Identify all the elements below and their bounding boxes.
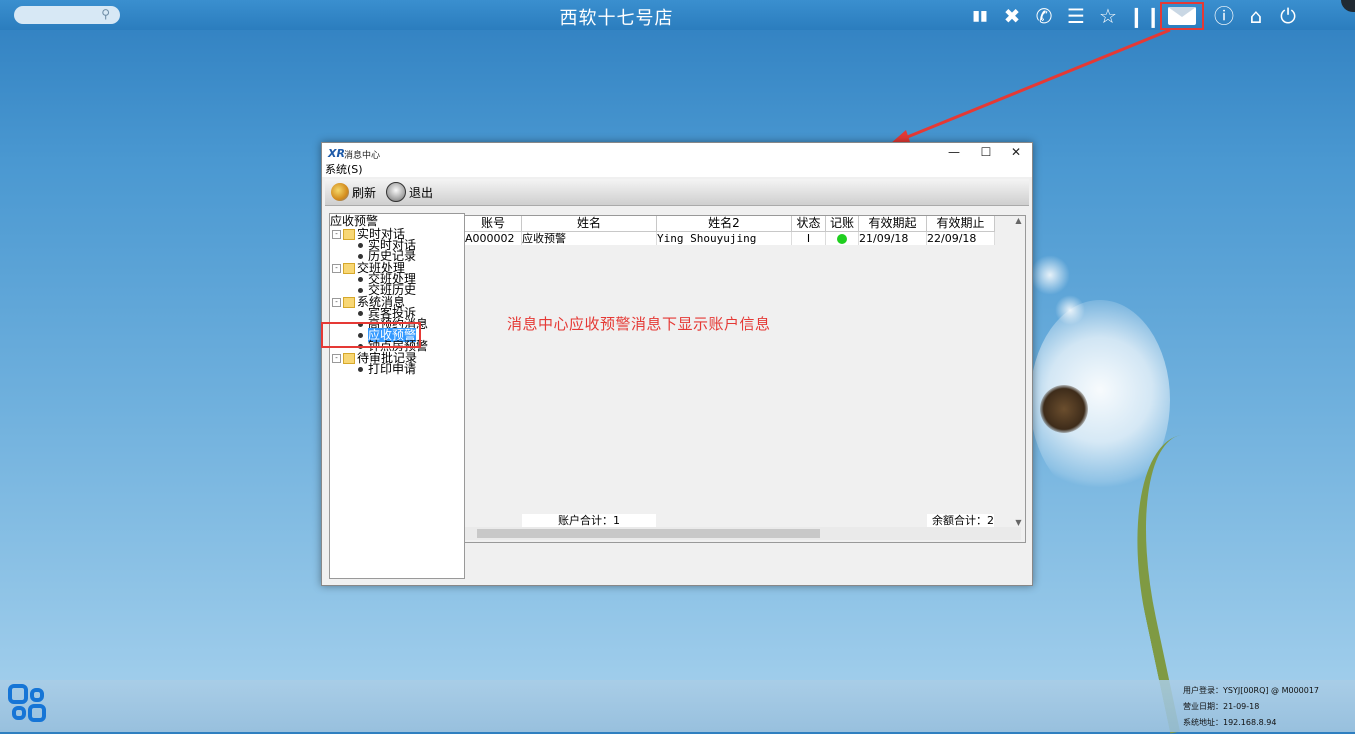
column-header[interactable]: 有效期止 [927, 216, 995, 232]
cell-name2: Ying Shouyujing [657, 232, 792, 245]
cell-name: 应收预警 [522, 232, 657, 245]
folder-icon [343, 297, 355, 308]
status-info: 用户登录：YSYJ[00RQ] @ M000017 营业日期：21-09-18 … [1183, 683, 1319, 731]
cell-status: I [792, 232, 826, 245]
message-tree: 应收预警 - 实时对话 实时对话 历史记录 - 交班处理 交班处理 交班历史 - 系统… [329, 213, 465, 579]
billing-status-icon [837, 234, 847, 244]
window-title: 消息中心 [344, 151, 381, 161]
column-header[interactable]: 记账 [826, 216, 859, 232]
scroll-down-icon[interactable]: ▼ [1012, 518, 1025, 527]
horizontal-scrollbar[interactable] [465, 527, 1021, 540]
cell-billing [826, 232, 859, 245]
top-bar: ⚲ 西软十七号店 ▮▮ ✖ ✆ ☰ ☆ ❙❙ ⓘ ⌂ ⏻ [0, 0, 1355, 30]
dandelion-seedhead [1040, 385, 1088, 433]
tree-item[interactable]: 打印申请 [358, 363, 416, 375]
exit-label: 退出 [409, 185, 434, 200]
flying-seed [1030, 255, 1070, 295]
collapse-icon[interactable]: - [332, 298, 341, 307]
menu-system[interactable]: 系统(S) [322, 163, 1032, 177]
exit-button[interactable]: 退出 [386, 182, 433, 202]
folder-icon [343, 229, 355, 240]
selection-highlight-box [321, 322, 421, 348]
window-titlebar: XR 消息中心 — ☐ ✕ [322, 143, 1032, 163]
cell-account: A000002 [465, 232, 522, 245]
account-grid: 账号 姓名 姓名2 状态 记账 有效期起 有效期止 A000002 应收预警 Y… [464, 215, 1026, 543]
collapse-icon[interactable]: - [332, 230, 341, 239]
bullet-icon [358, 254, 363, 259]
scroll-thumb[interactable] [477, 529, 820, 538]
phone-icon[interactable]: ✆ [1032, 4, 1056, 28]
maximize-button[interactable]: ☐ [972, 145, 1000, 161]
signal-icon[interactable]: ▮▮ [968, 4, 992, 28]
annotation-text: 消息中心应收预警消息下显示账户信息 [507, 315, 771, 333]
vertical-scrollbar[interactable]: ▲ ▼ [1012, 216, 1025, 527]
status-user: 用户登录：YSYJ[00RQ] @ M000017 [1183, 686, 1320, 695]
folder-icon [343, 353, 355, 364]
exit-icon [386, 182, 407, 202]
help-icon[interactable]: ⓘ [1212, 4, 1236, 28]
app-logo-icon: XR [328, 147, 345, 160]
bullet-icon [358, 288, 363, 293]
start-logo-icon[interactable] [8, 684, 46, 724]
bullet-icon [358, 277, 363, 282]
column-header[interactable]: 有效期起 [859, 216, 927, 232]
column-header[interactable]: 姓名 [522, 216, 657, 232]
column-header[interactable]: 状态 [792, 216, 826, 232]
collapse-icon[interactable]: - [332, 354, 341, 363]
column-header[interactable]: 姓名2 [657, 216, 792, 232]
column-header[interactable]: 账号 [465, 216, 522, 232]
bullet-icon [358, 311, 363, 316]
folder-icon [343, 263, 355, 274]
power-icon[interactable]: ⏻ [1276, 4, 1300, 28]
menu-icon[interactable]: ☰ [1064, 4, 1088, 28]
minimize-button[interactable]: — [940, 145, 968, 161]
toolbar: 刷新 退出 [325, 179, 1029, 206]
flying-seed [1055, 295, 1085, 325]
tools-icon[interactable]: ✖ [1000, 4, 1024, 28]
cell-end: 22/09/18 [927, 232, 995, 245]
bullet-icon [358, 367, 363, 372]
status-address: 系统地址：192.168.8.94 [1183, 718, 1277, 727]
account-total: 账户合计：1 [522, 514, 656, 527]
home-icon[interactable]: ⌂ [1244, 4, 1268, 28]
cell-start: 21/09/18 [859, 232, 927, 245]
mail-icon-highlight[interactable] [1160, 2, 1204, 30]
star-icon[interactable]: ☆ [1096, 4, 1120, 28]
refresh-label: 刷新 [352, 185, 377, 200]
taskbar [0, 680, 1355, 732]
pause-icon[interactable]: ❙❙ [1128, 4, 1162, 28]
collapse-icon[interactable]: - [332, 264, 341, 273]
refresh-button[interactable]: 刷新 [331, 183, 376, 201]
close-button[interactable]: ✕ [1002, 145, 1030, 161]
balance-total: 余额合计：2 [927, 514, 994, 527]
tree-root-label: 应收预警 [330, 214, 379, 228]
bullet-icon [358, 243, 363, 248]
mail-icon [1168, 7, 1196, 25]
refresh-icon [331, 183, 349, 201]
message-center-window: XR 消息中心 — ☐ ✕ 系统(S) 刷新 退出 应收预警 - 实时对话 实时对… [321, 142, 1033, 586]
corner-indicator [1341, 0, 1355, 12]
status-date: 营业日期：21-09-18 [1183, 702, 1260, 711]
